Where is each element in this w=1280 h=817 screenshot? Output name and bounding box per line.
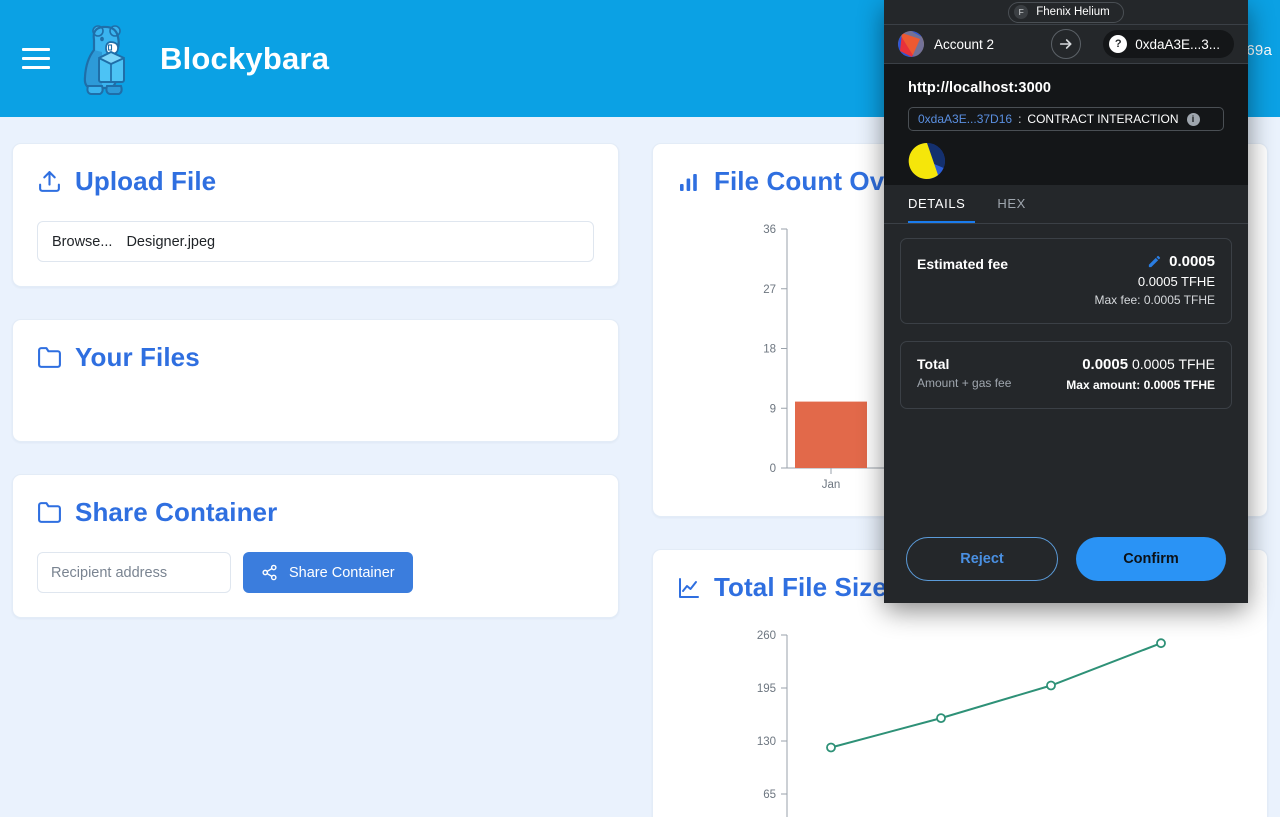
share-container-title: Share Container	[37, 497, 594, 528]
point-feb	[936, 713, 946, 723]
metamask-footer: Reject Confirm	[884, 537, 1248, 603]
contract-address: 0xdaA3E...37D16	[918, 112, 1013, 126]
metamask-confirmation-popup: F Fhenix Helium Account 2 ? 0xdaA3E...3.…	[884, 0, 1248, 603]
svg-text:260: 260	[757, 630, 776, 642]
estimated-fee-box: Estimated fee 0.0005 0.0005 TFHE Max fee…	[900, 238, 1232, 324]
recipient-address-pill[interactable]: ? 0xdaA3E...3...	[1103, 30, 1234, 58]
token-pie-icon	[908, 142, 945, 179]
info-icon[interactable]: i	[1186, 112, 1200, 126]
hamburger-icon[interactable]	[22, 47, 52, 71]
estimated-fee-amount: 0.0005	[1169, 253, 1215, 270]
reject-button[interactable]: Reject	[906, 537, 1058, 581]
share-container-button-label: Share Container	[289, 564, 395, 581]
total-box: Total Amount + gas fee 0.0005 0.0005 TFH…	[900, 341, 1232, 409]
share-nodes-icon	[262, 564, 277, 581]
selected-file-name: Designer.jpeg	[126, 233, 216, 250]
y-axis-ticks: 260 195 130 65 0	[757, 630, 787, 801]
metamask-network-bar: F Fhenix Helium	[884, 0, 1248, 24]
hamburger-bar	[22, 66, 50, 69]
question-mark-icon: ?	[1109, 35, 1128, 53]
svg-text:9: 9	[770, 403, 776, 415]
network-name: Fhenix Helium	[1036, 6, 1110, 18]
upload-file-title-text: Upload File	[75, 166, 217, 196]
pencil-edit-icon[interactable]	[1147, 254, 1162, 269]
page-title: Blockybara	[160, 40, 330, 76]
total-sublabel: Amount + gas fee	[917, 376, 1012, 390]
estimated-max-fee: Max fee: 0.0005 TFHE	[1094, 293, 1215, 307]
tab-details[interactable]: DETAILS	[908, 185, 976, 223]
point-apr	[1156, 638, 1166, 649]
share-container-title-text: Share Container	[75, 497, 278, 527]
point-jan	[826, 742, 836, 753]
upload-icon	[39, 171, 60, 192]
bar-jan	[795, 401, 867, 468]
estimated-fee-currency: 0.0005 TFHE	[1137, 274, 1215, 289]
confirm-button[interactable]: Confirm	[1076, 537, 1226, 581]
arrow-right-icon	[1051, 29, 1082, 59]
point-mar	[1046, 680, 1056, 691]
recipient-address-text: 0xdaA3E...3...	[1135, 36, 1220, 52]
metamask-account-row: Account 2 ? 0xdaA3E...3...	[884, 24, 1248, 64]
recipient-address-input[interactable]	[37, 552, 231, 593]
your-files-title: Your Files	[37, 342, 594, 373]
svg-text:36: 36	[763, 224, 776, 236]
line-series	[830, 642, 1162, 749]
jazzicon-avatar	[898, 31, 924, 57]
metamask-tabs: DETAILS HEX	[884, 185, 1248, 224]
contract-separator: :	[1018, 112, 1022, 126]
browse-button[interactable]: Browse...	[52, 234, 112, 250]
left-column: Upload File Browse... Designer.jpeg Your…	[12, 143, 619, 817]
folder-icon	[38, 347, 61, 368]
bar-chart-icon	[680, 173, 697, 191]
your-files-title-text: Your Files	[75, 342, 200, 372]
upload-file-title: Upload File	[37, 166, 594, 197]
upload-file-card: Upload File Browse... Designer.jpeg	[12, 143, 619, 287]
svg-text:27: 27	[763, 284, 776, 296]
svg-text:195: 195	[757, 683, 776, 695]
svg-text:65: 65	[763, 789, 776, 801]
total-amount-bold: 0.0005	[1082, 356, 1129, 373]
metamask-origin-block: http://localhost:3000 0xdaA3E...37D16 : …	[884, 64, 1248, 185]
total-amount-rest: 0.0005 TFHE	[1131, 356, 1215, 372]
total-label: Total	[917, 356, 950, 372]
hamburger-bar	[22, 57, 50, 60]
svg-text:0: 0	[770, 463, 776, 475]
metamask-details-body: Estimated fee 0.0005 0.0005 TFHE Max fee…	[884, 224, 1248, 537]
your-files-list	[37, 373, 594, 417]
estimated-fee-label: Estimated fee	[917, 256, 1009, 272]
file-size-chart: 260 195 130 65 0	[677, 621, 1243, 817]
folder-icon	[38, 502, 61, 523]
svg-text:Jan: Jan	[822, 479, 841, 490]
hamburger-bar	[22, 48, 50, 51]
svg-text:18: 18	[763, 344, 776, 356]
capybara-logo	[83, 24, 125, 95]
contract-interaction-type: CONTRACT INTERACTION	[1027, 112, 1179, 126]
line-chart-svg: 260 195 130 65 0	[757, 630, 1166, 817]
line-chart-icon	[679, 577, 699, 598]
svg-text:130: 130	[757, 736, 776, 748]
network-badge-letter: F	[1014, 5, 1029, 19]
share-controls: Share Container	[37, 552, 594, 593]
origin-url: http://localhost:3000	[908, 80, 1052, 96]
account-name[interactable]: Account 2	[934, 37, 994, 52]
y-axis-ticks: 36 27 18 9 0	[763, 224, 787, 475]
total-max-amount: Max amount: 0.0005 TFHE	[1066, 378, 1215, 392]
tab-hex[interactable]: HEX	[997, 185, 1036, 223]
contract-interaction-pill[interactable]: 0xdaA3E...37D16 : CONTRACT INTERACTION i	[908, 107, 1224, 131]
file-input-row[interactable]: Browse... Designer.jpeg	[37, 221, 594, 262]
share-container-card: Share Container Share Container	[12, 474, 619, 618]
share-container-button[interactable]: Share Container	[243, 552, 413, 593]
network-selector[interactable]: F Fhenix Helium	[1008, 1, 1124, 23]
your-files-card: Your Files	[12, 319, 619, 442]
